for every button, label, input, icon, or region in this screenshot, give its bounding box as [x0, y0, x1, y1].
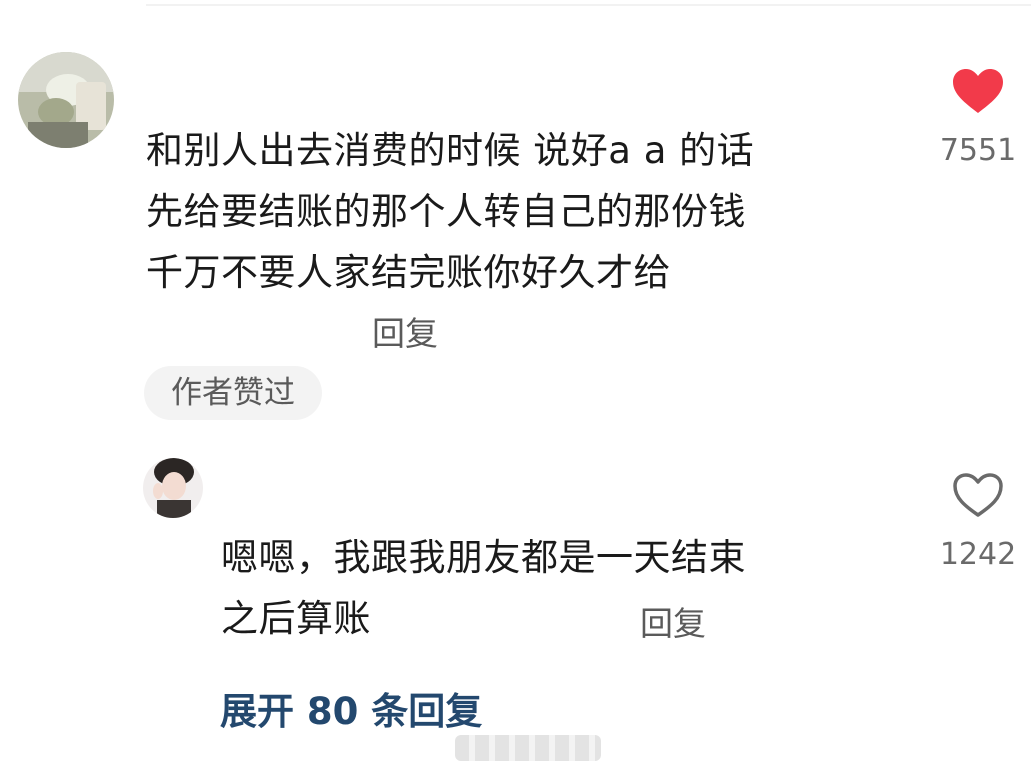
like-count: 7551 [939, 133, 1017, 168]
avatar-image [18, 52, 114, 148]
reply-line: 嗯嗯，我跟我朋友都是一天结束 [221, 536, 746, 579]
comment-line: 先给要结账的那个人转自己的那份钱 [146, 190, 746, 233]
author-liked-badge: 作者赞过 [144, 366, 322, 420]
watermark [455, 735, 601, 761]
expand-replies-link[interactable]: 展开 80 条回复 [220, 681, 482, 735]
replier-avatar[interactable] [143, 458, 203, 518]
commenter-avatar[interactable] [18, 52, 114, 148]
reply-button[interactable]: 回复 [372, 307, 438, 355]
heart-outline-icon[interactable] [951, 471, 1005, 519]
comment-line: 和别人出去消费的时候 说好a a 的话 [146, 129, 755, 172]
reply-button[interactable]: 回复 [640, 597, 706, 645]
like-count: 1242 [939, 537, 1017, 572]
heart-filled-icon[interactable] [951, 67, 1005, 115]
avatar-image [143, 458, 203, 518]
comment-line: 千万不要人家结完账你好久才给 [146, 251, 671, 294]
top-divider [146, 4, 1031, 6]
comment-text: 和别人出去消费的时候 说好a a 的话 先给要结账的那个人转自己的那份钱 千万不… [146, 120, 754, 303]
